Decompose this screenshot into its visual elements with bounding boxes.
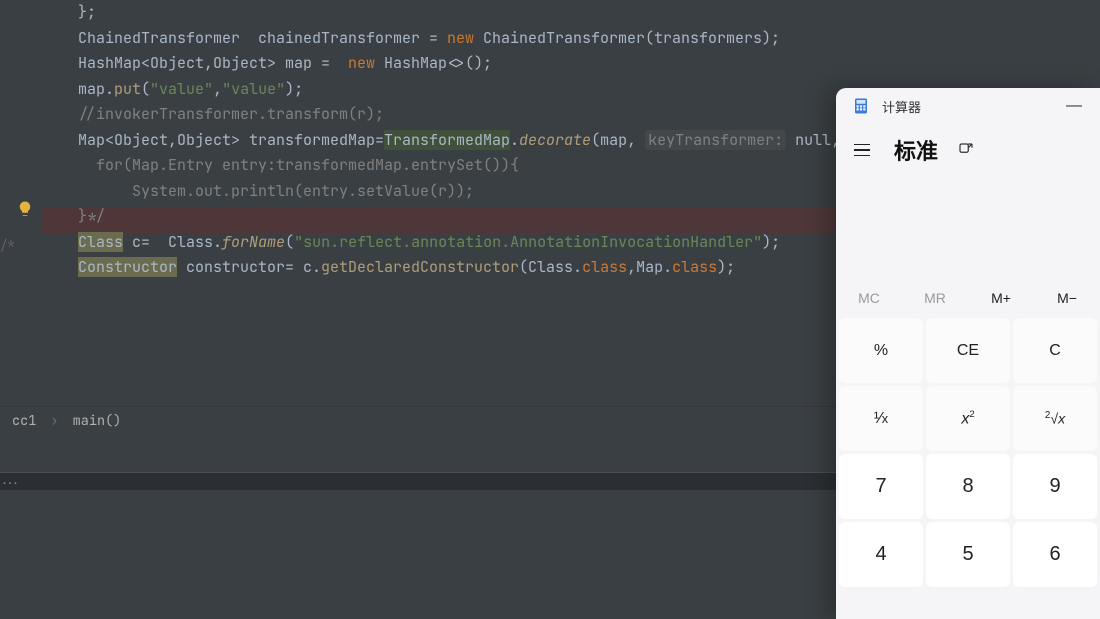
calculator-titlebar[interactable]: 计算器 — bbox=[836, 88, 1100, 124]
code-line[interactable]: }*/ bbox=[78, 204, 842, 230]
square-button[interactable]: x2 bbox=[926, 386, 1010, 451]
more-tools-icon[interactable]: ... bbox=[0, 472, 14, 490]
digit-9-button[interactable]: 9 bbox=[1013, 454, 1097, 519]
code-line[interactable]: System.out.println(entry.setValue(r)); bbox=[78, 179, 842, 205]
editor-gutter: /* bbox=[0, 0, 42, 406]
code-line[interactable]: ChainedTransformer chainedTransformer = … bbox=[78, 26, 842, 52]
code-line[interactable]: map.put("value","value"); bbox=[78, 77, 842, 103]
code-line[interactable]: for(Map.Entry entry:transformedMap.entry… bbox=[78, 153, 842, 179]
memory-clear-button[interactable]: MC bbox=[836, 290, 902, 306]
memory-recall-button[interactable]: MR bbox=[902, 290, 968, 306]
code-line[interactable]: Constructor constructor= c.getDeclaredCo… bbox=[78, 255, 842, 281]
breadcrumb-item[interactable]: cc1 bbox=[12, 412, 36, 430]
breadcrumb[interactable]: cc1 › main() bbox=[0, 406, 836, 434]
gutter-comment-marker: /* bbox=[0, 237, 16, 254]
calculator-keypad: % CE C ¹⁄x x2 2√x 7 8 9 4 5 6 bbox=[836, 318, 1100, 590]
reciprocal-button[interactable]: ¹⁄x bbox=[839, 386, 923, 451]
square-root-button[interactable]: 2√x bbox=[1013, 386, 1097, 451]
memory-add-button[interactable]: M+ bbox=[968, 290, 1034, 306]
code-area[interactable]: }; ChainedTransformer chainedTransformer… bbox=[42, 0, 842, 281]
breadcrumb-item[interactable]: main() bbox=[73, 412, 122, 430]
tool-window-panel bbox=[0, 490, 836, 619]
code-line[interactable]: }; bbox=[78, 0, 842, 26]
calculator-title: 计算器 bbox=[882, 97, 1052, 116]
code-line[interactable]: Map<Object,Object> transformedMap=Transf… bbox=[78, 128, 842, 154]
percent-button[interactable]: % bbox=[839, 318, 923, 383]
digit-8-button[interactable]: 8 bbox=[926, 454, 1010, 519]
memory-row: MC MR M+ M− bbox=[836, 278, 1100, 318]
code-line[interactable]: Class c= Class.forName("sun.reflect.anno… bbox=[78, 230, 842, 256]
clear-button[interactable]: C bbox=[1013, 318, 1097, 383]
digit-5-button[interactable]: 5 bbox=[926, 522, 1010, 587]
digit-7-button[interactable]: 7 bbox=[839, 454, 923, 519]
intention-bulb-icon[interactable] bbox=[16, 200, 34, 218]
tool-window-stripe[interactable] bbox=[0, 472, 836, 490]
calculator-app-icon bbox=[852, 97, 870, 115]
breadcrumb-separator-icon: › bbox=[50, 412, 58, 430]
calculator-display-spacer bbox=[836, 176, 1100, 278]
code-line[interactable]: HashMap<Object,Object> map = new HashMap… bbox=[78, 51, 842, 77]
calculator-window: 计算器 — 标准 MC MR M+ M− % CE C ¹⁄x x2 2√x 7… bbox=[836, 88, 1100, 619]
clear-entry-button[interactable]: CE bbox=[926, 318, 1010, 383]
digit-6-button[interactable]: 6 bbox=[1013, 522, 1097, 587]
calculator-mode-label: 标准 bbox=[894, 134, 938, 166]
keep-on-top-icon[interactable] bbox=[952, 136, 980, 164]
minimize-button[interactable]: — bbox=[1052, 90, 1096, 122]
digit-4-button[interactable]: 4 bbox=[839, 522, 923, 587]
code-line[interactable]: //invokerTransformer.transform(r); bbox=[78, 102, 842, 128]
calculator-header: 标准 bbox=[836, 124, 1100, 176]
memory-subtract-button[interactable]: M− bbox=[1034, 290, 1100, 306]
hamburger-menu-icon[interactable] bbox=[844, 132, 880, 168]
